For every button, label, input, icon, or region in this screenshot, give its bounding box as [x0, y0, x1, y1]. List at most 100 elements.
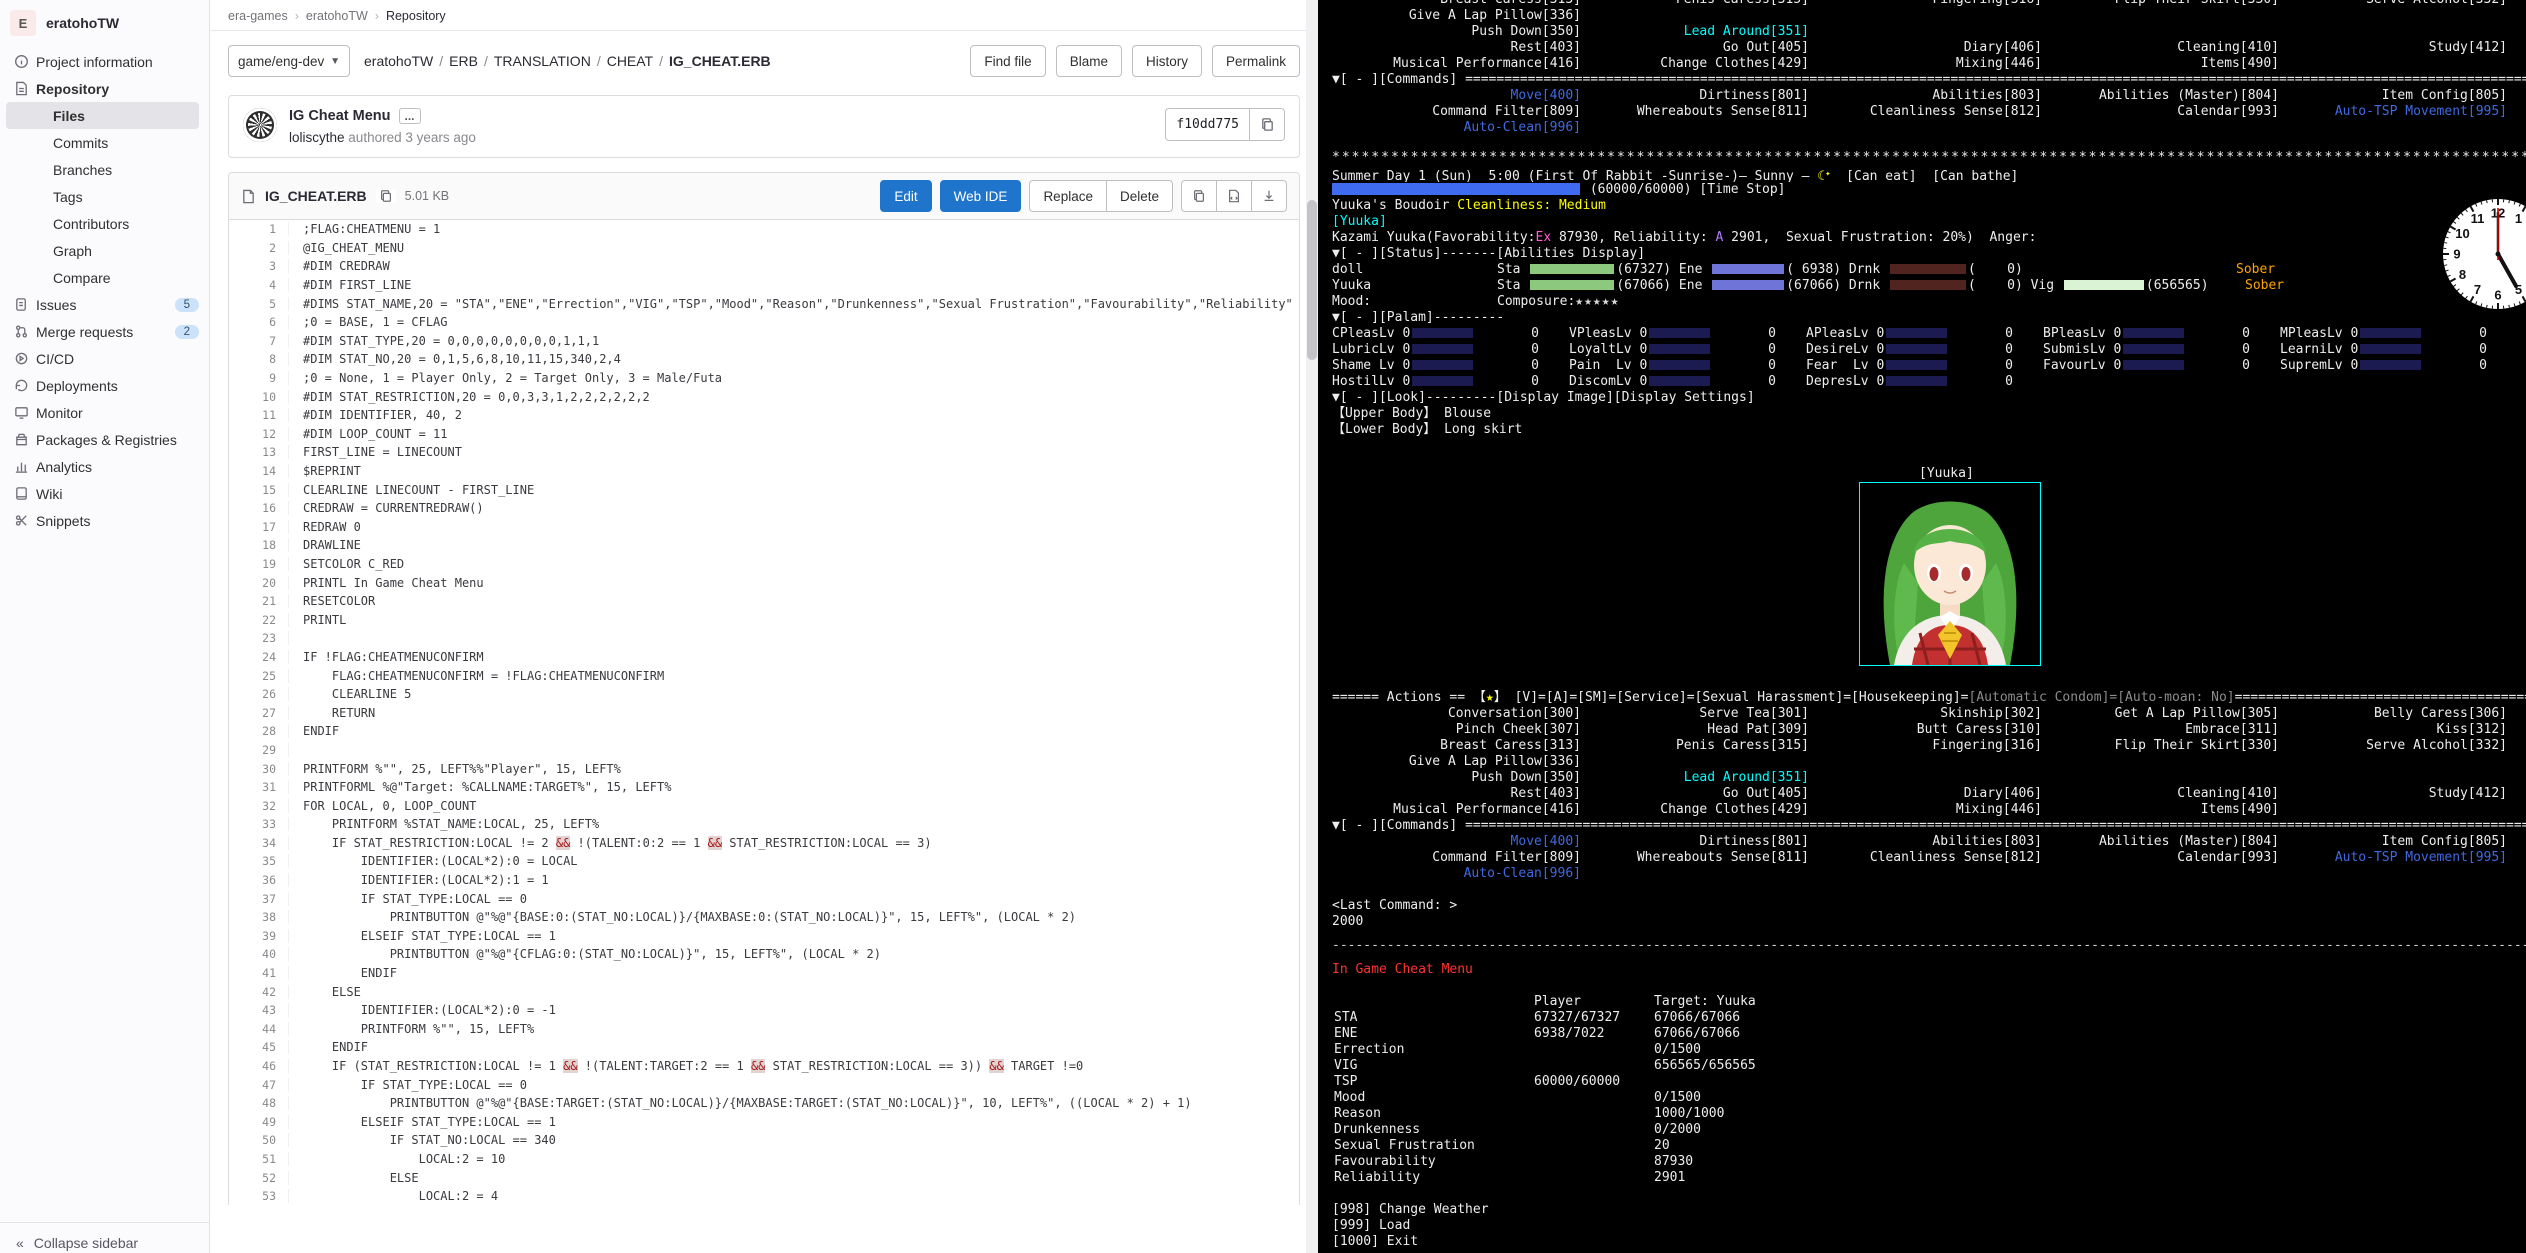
game-menu-item[interactable]: Butt Caress[310] [1809, 722, 2042, 738]
find-file-button[interactable]: Find file [970, 45, 1045, 77]
line-number[interactable]: 49 [229, 1115, 289, 1129]
line-number[interactable]: 50 [229, 1133, 289, 1147]
game-menu-item[interactable]: Change Clothes[429] [1581, 56, 1809, 72]
path-segment[interactable]: CHEAT [607, 53, 653, 69]
look-link[interactable]: [Display Settings] [1614, 390, 1755, 405]
game-menu-item[interactable]: Item Config[805] [2279, 88, 2507, 104]
sidebar-item-analytics[interactable]: Analytics [0, 453, 209, 480]
game-menu-item[interactable]: Kiss[312] [2279, 722, 2507, 738]
sidebar-item-commits[interactable]: Commits [6, 129, 199, 156]
game-menu-item[interactable]: Pinch Cheek[307] [1332, 722, 1581, 738]
line-number[interactable]: 22 [229, 613, 289, 627]
sidebar-item-tags[interactable]: Tags [6, 183, 199, 210]
line-number[interactable]: 9 [229, 371, 289, 385]
replace-button[interactable]: Replace [1029, 180, 1107, 212]
cheat-option[interactable]: [998] Change Weather [1332, 1202, 2526, 1218]
game-menu-item[interactable]: Items[490] [2042, 56, 2279, 72]
game-menu-item[interactable]: Cleanliness Sense[812] [1809, 104, 2042, 120]
commit-author[interactable]: loliscythe [289, 130, 345, 145]
line-number[interactable]: 25 [229, 669, 289, 683]
game-menu-item[interactable]: Serve Alcohol[332] [2279, 0, 2507, 8]
line-number[interactable]: 19 [229, 557, 289, 571]
game-menu-item[interactable]: Abilities[803] [1809, 834, 2042, 850]
section-toggle[interactable]: ▼[ - ][Commands] [1332, 818, 1465, 834]
line-number[interactable]: 2 [229, 241, 289, 255]
game-menu-item[interactable]: Study[412] [2279, 786, 2507, 802]
path-segment[interactable]: IG_CHEAT.ERB [669, 53, 771, 69]
game-menu-item[interactable]: Cleanliness Sense[812] [1809, 850, 2042, 866]
game-menu-item[interactable]: Flip Their Skirt[330] [2042, 0, 2279, 8]
sidebar-item-files[interactable]: Files [6, 102, 199, 129]
game-menu-item[interactable]: Dirtiness[801] [1581, 834, 1809, 850]
line-number[interactable]: 41 [229, 966, 289, 980]
game-menu-item[interactable]: Go Out[405] [1581, 786, 1809, 802]
line-number[interactable]: 46 [229, 1059, 289, 1073]
line-number[interactable]: 4 [229, 278, 289, 292]
line-number[interactable]: 38 [229, 910, 289, 924]
line-number[interactable]: 21 [229, 594, 289, 608]
path-segment[interactable]: TRANSLATION [494, 53, 591, 69]
game-menu-item[interactable]: Rest[403] [1332, 40, 1581, 56]
line-number[interactable]: 13 [229, 445, 289, 459]
game-menu-item[interactable]: Lead Around[351] [1581, 24, 1809, 40]
line-number[interactable]: 45 [229, 1040, 289, 1054]
line-number[interactable]: 18 [229, 538, 289, 552]
game-menu-item[interactable]: Breast Caress[313] [1332, 738, 1581, 754]
game-menu-item[interactable]: Cleaning[410] [2042, 40, 2279, 56]
target-stat-value[interactable]: 1000/1000 [1654, 1106, 1724, 1121]
target-stat-value[interactable]: 67066/67066 [1654, 1026, 1740, 1041]
game-menu-item[interactable]: Push Down[350] [1332, 24, 1581, 40]
line-number[interactable]: 17 [229, 520, 289, 534]
game-menu-item[interactable]: Mixing[446] [1809, 802, 2042, 818]
line-number[interactable]: 39 [229, 929, 289, 943]
target-stat-value[interactable]: 656565/656565 [1654, 1058, 1756, 1073]
line-number[interactable]: 51 [229, 1152, 289, 1166]
sidebar-item-repository[interactable]: Repository [0, 75, 209, 102]
edit-button[interactable]: Edit [880, 180, 931, 212]
game-menu-item[interactable]: Get A Lap Pillow[305] [2042, 706, 2279, 722]
line-number[interactable]: 12 [229, 427, 289, 441]
line-number[interactable]: 35 [229, 854, 289, 868]
blame-button[interactable]: Blame [1056, 45, 1122, 77]
player-stat-value[interactable]: 67327/67327 [1534, 1010, 1654, 1026]
line-number[interactable]: 8 [229, 352, 289, 366]
game-menu-item[interactable]: Skinship[302] [1809, 706, 2042, 722]
game-menu-item[interactable]: Serve Alcohol[332] [2279, 738, 2507, 754]
game-menu-item[interactable]: Abilities[803] [1809, 88, 2042, 104]
game-menu-item[interactable]: Give A Lap Pillow[336] [1332, 8, 1581, 24]
line-number[interactable]: 33 [229, 817, 289, 831]
section-toggle[interactable]: ▼[ - ][Commands] [1332, 72, 1465, 88]
game-menu-item[interactable]: Diary[406] [1809, 40, 2042, 56]
commit-message-expand-button[interactable]: ... [399, 108, 421, 124]
line-number[interactable]: 27 [229, 706, 289, 720]
sidebar-item-merge-requests[interactable]: Merge requests2 [0, 318, 209, 345]
line-number[interactable]: 34 [229, 836, 289, 850]
path-segment[interactable]: eratohoTW [364, 53, 433, 69]
breadcrumb-item[interactable]: era-games [228, 9, 288, 23]
action-filter-groups[interactable]: [V]=[A]=[SM]=[Service]=[Sexual Harassmen… [1515, 690, 1969, 706]
line-number[interactable]: 44 [229, 1022, 289, 1036]
line-number[interactable]: 26 [229, 687, 289, 701]
player-stat-value[interactable]: 60000/60000 [1534, 1074, 1654, 1090]
line-number[interactable]: 10 [229, 390, 289, 404]
game-menu-item[interactable]: Penis Caress[315] [1581, 738, 1809, 754]
game-menu-item[interactable]: Breast Caress[313] [1332, 0, 1581, 8]
target-stat-value[interactable]: 67066/67066 [1654, 1010, 1740, 1025]
line-number[interactable]: 5 [229, 297, 289, 311]
line-number[interactable]: 52 [229, 1171, 289, 1185]
line-number[interactable]: 40 [229, 947, 289, 961]
line-number[interactable]: 28 [229, 724, 289, 738]
sidebar-item-contributors[interactable]: Contributors [6, 210, 199, 237]
cheat-option[interactable]: [999] Load [1332, 1218, 2526, 1234]
line-number[interactable]: 53 [229, 1189, 289, 1203]
path-segment[interactable]: ERB [449, 53, 478, 69]
line-number[interactable]: 30 [229, 762, 289, 776]
game-menu-item[interactable]: Diary[406] [1809, 786, 2042, 802]
sidebar-item-issues[interactable]: Issues5 [0, 291, 209, 318]
game-menu-item[interactable]: Whereabouts Sense[811] [1581, 850, 1809, 866]
line-number[interactable]: 47 [229, 1078, 289, 1092]
section-toggle[interactable]: ▼[ - ][Status]------- [1332, 246, 1496, 261]
game-menu-item[interactable]: Command Filter[809] [1332, 104, 1581, 120]
sidebar-item-wiki[interactable]: Wiki [0, 480, 209, 507]
game-menu-item[interactable]: Move[400] [1332, 88, 1581, 104]
